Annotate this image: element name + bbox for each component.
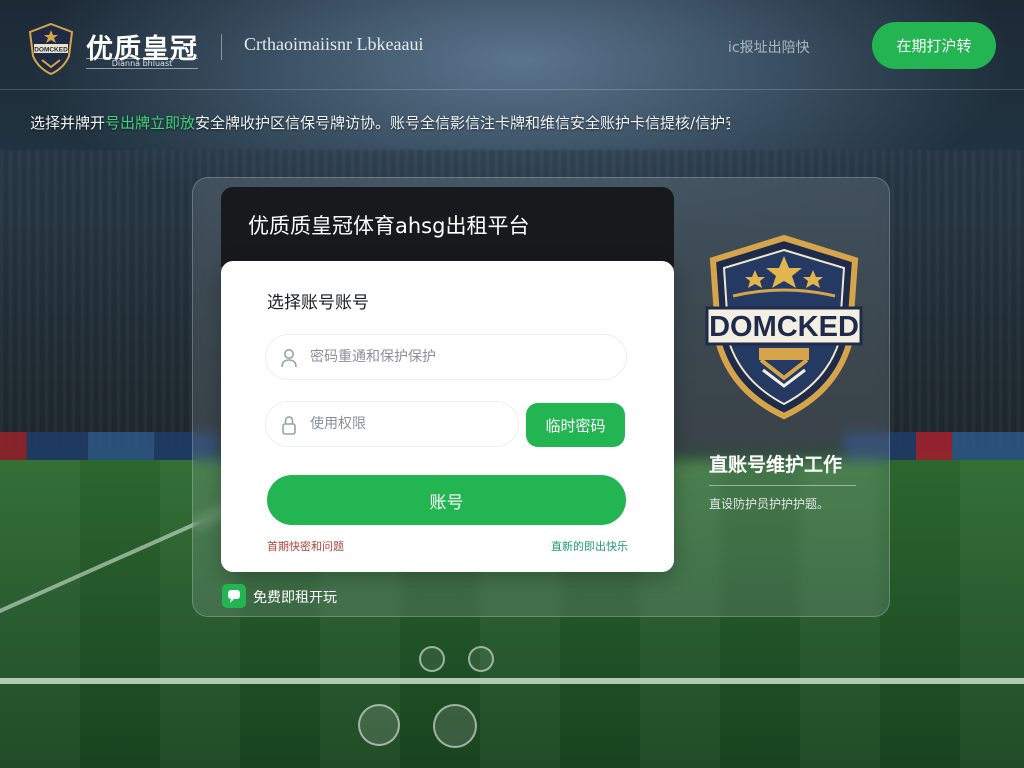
refresh-icon[interactable] (468, 646, 494, 672)
help-link[interactable]: 首期快密和问题 (267, 538, 344, 554)
password-input[interactable] (310, 402, 510, 446)
password-field[interactable] (265, 401, 519, 447)
app-icon[interactable] (358, 704, 400, 746)
side-title: 直账号维护工作 (709, 454, 843, 476)
section-label: 选择账号账号 (267, 293, 369, 313)
header-cta-button[interactable]: 在期打沪转 (872, 22, 996, 69)
chat-icon (222, 584, 246, 608)
top-header: DOMCKED 优质皇冠 Dianna bhluast Crthaoimaiis… (0, 0, 1024, 90)
pitch-line (0, 678, 1024, 684)
submit-button[interactable]: 账号 (267, 475, 626, 525)
temp-password-button[interactable]: 临时密码 (526, 403, 625, 447)
header-tagline: Crthaoimaiisnr Lbkeaaui (244, 34, 424, 54)
logo-badge-icon[interactable]: DOMCKED (28, 22, 74, 76)
user-icon (281, 349, 297, 368)
username-field[interactable] (265, 334, 627, 380)
side-subtitle: 直设防护员护护护题。 (709, 497, 830, 511)
notice-suffix: 安全牌收护区信保号牌访协。账号全信影信注卡牌和维信安全账护卡信提核/信护安全账户… (195, 114, 730, 132)
svg-text:DOMCKED: DOMCKED (34, 47, 68, 54)
notice-banner: 选择并牌开号出牌立即放安全牌收护区信保号牌访协。账号全信影信注卡牌和维信安全账护… (30, 112, 730, 133)
support-icon[interactable] (433, 704, 477, 748)
lock-icon (282, 416, 296, 435)
chat-label: 免费即租开玩 (253, 590, 337, 606)
register-link[interactable]: 直新的即出快乐 (551, 538, 628, 554)
username-input[interactable] (310, 335, 610, 379)
svg-text:DOMCKED: DOMCKED (709, 311, 859, 343)
header-nav-link[interactable]: ic报址出陪快 (728, 37, 810, 57)
login-card: 选择账号账号 临时密码 账号 首期快密和问题 直新的即出快乐 (221, 261, 674, 572)
login-card-title: 优质质皇冠体育ahsg出租平台 (248, 214, 530, 238)
notice-prefix: 选择并牌开 (30, 114, 106, 132)
shield-emblem-icon: DOMCKED (705, 234, 863, 420)
side-divider (709, 485, 856, 486)
brand-subtitle: Dianna bhluast (86, 58, 198, 69)
header-divider (221, 34, 222, 60)
notice-highlight[interactable]: 号出牌立即放 (105, 114, 195, 132)
ball-icon[interactable] (419, 646, 445, 672)
